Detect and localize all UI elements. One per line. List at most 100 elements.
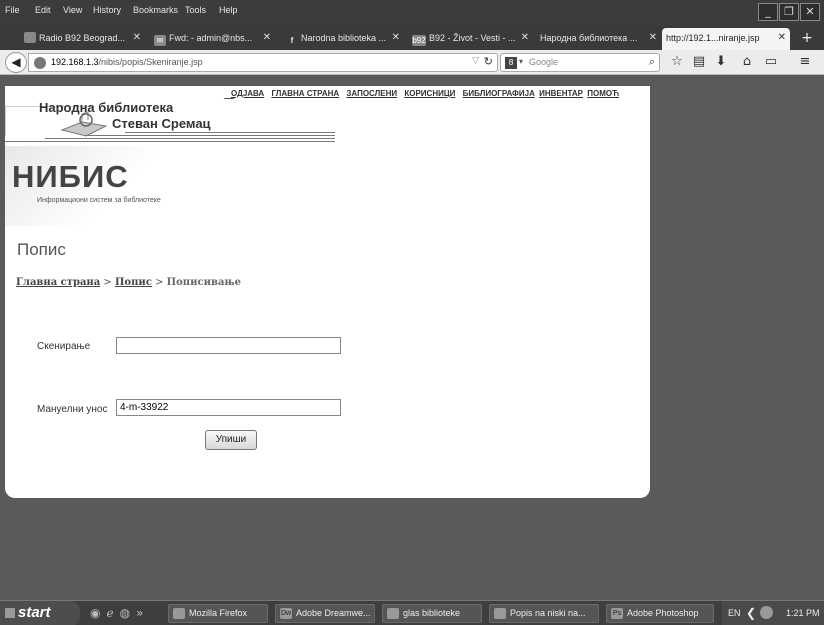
quick-launch: ◉ ℯ ◍ »: [90, 606, 149, 620]
windows-flag-icon: [5, 608, 15, 618]
menu-help[interactable]: Help: [219, 5, 238, 15]
breadcrumb-section-link[interactable]: Попис: [115, 277, 152, 288]
tab-title: Radio B92 Beograd...: [39, 33, 126, 43]
menu-history[interactable]: History: [93, 5, 121, 15]
close-tab-icon[interactable]: ✕: [263, 28, 271, 48]
breadcrumb-home-link[interactable]: Главна страна: [16, 277, 100, 288]
task-document[interactable]: Popis na niski na...: [489, 604, 599, 623]
window-icon[interactable]: ▭: [762, 53, 780, 71]
tab-radio-b92[interactable]: Radio B92 Beograd... ✕: [20, 28, 145, 50]
bookmarks-list-icon[interactable]: ▤: [690, 53, 708, 71]
manual-entry-input[interactable]: 4-m-33922: [116, 399, 341, 416]
search-bar[interactable]: 8 ▾ Google ⌕: [500, 53, 660, 72]
search-input[interactable]: Google: [529, 57, 558, 67]
tab-b92-zivot[interactable]: b92 B92 - Život - Vesti - ... ✕: [408, 28, 533, 50]
language-indicator[interactable]: EN: [728, 608, 741, 618]
close-tab-icon[interactable]: ✕: [778, 28, 786, 48]
task-label: Adobe Photoshop: [627, 608, 699, 618]
breadcrumb-separator: >: [151, 277, 167, 288]
radio-icon: [24, 32, 36, 43]
back-arrow-icon: ◀: [11, 55, 21, 69]
minimize-button[interactable]: _: [758, 3, 778, 21]
system-tray: EN ❮ 1:21 PM: [722, 601, 824, 625]
nav-logout[interactable]: ОДЈАВА: [231, 89, 264, 98]
caret-down-icon[interactable]: ▾: [519, 57, 523, 66]
globe-icon: [34, 57, 46, 69]
photoshop-icon: Ps: [611, 608, 623, 619]
search-engine-icon[interactable]: 8: [505, 57, 517, 69]
bookmark-star-icon[interactable]: ☆: [668, 53, 686, 71]
reload-icon[interactable]: ↻: [484, 55, 493, 68]
task-label: Mozilla Firefox: [189, 608, 248, 618]
close-tab-icon[interactable]: ✕: [133, 28, 141, 48]
menu-bookmarks[interactable]: Bookmarks: [133, 5, 178, 15]
tab-strip: Radio B92 Beograd... ✕ ✉ Fwd: - admin@nbs…: [0, 26, 824, 50]
logo-divider-lines: [5, 132, 335, 148]
clock: 1:21 PM: [786, 608, 820, 618]
menu-tools[interactable]: Tools: [185, 5, 206, 15]
system-subtitle: Информациони систем за библиотеке: [37, 197, 161, 204]
task-dreamweaver[interactable]: Dw Adobe Dreamwe...: [275, 604, 375, 623]
menu-bar: File Edit View History Bookmarks Tools H…: [0, 0, 824, 26]
menu-edit[interactable]: Edit: [35, 5, 51, 15]
nav-employees[interactable]: ЗАПОСЛЕНИ: [346, 89, 397, 98]
breadcrumb-current: Пописивање: [166, 277, 241, 288]
tray-app-icon[interactable]: [760, 606, 773, 619]
breadcrumb: Главна страна > Попис > Пописивање: [16, 277, 241, 288]
close-tab-icon[interactable]: ✕: [649, 28, 657, 48]
task-photoshop[interactable]: Ps Adobe Photoshop: [606, 604, 714, 623]
url-bar[interactable]: 192.168.1.3/nibis/popis/Skeniranje.jsp ▽…: [28, 53, 498, 72]
download-icon[interactable]: ⬇: [712, 53, 730, 71]
restore-button[interactable]: ❐: [779, 3, 799, 21]
top-navigation: ОДЈАВА ГЛАВНА СТРАНА ЗАПОСЛЕНИ КОРИСНИЦИ…: [231, 89, 624, 98]
task-label: Adobe Dreamwe...: [296, 608, 371, 618]
page-title: Попис: [17, 240, 66, 259]
manual-entry-label: Мануелни унос: [37, 404, 108, 415]
tab-title: http://192.1...niranje.jsp: [666, 33, 760, 43]
tab-fwd-mail[interactable]: ✉ Fwd: - admin@nbs... ✕: [150, 28, 275, 50]
chevron-right-icon[interactable]: »: [136, 606, 143, 620]
tab-narodna-biblioteka-fb[interactable]: f Narodna biblioteka ... ✕: [282, 28, 404, 50]
close-button[interactable]: ✕: [800, 3, 820, 21]
tray-arrow-icon[interactable]: ❮: [746, 606, 756, 620]
tab-narodna-biblioteka-cyr[interactable]: Народна библиотека ... ✕: [536, 28, 661, 50]
tab-title: Narodna biblioteka ...: [301, 33, 387, 43]
close-tab-icon[interactable]: ✕: [392, 28, 400, 48]
firefox-quick-icon[interactable]: ◍: [120, 606, 130, 620]
dropdown-arrow-icon[interactable]: ▽: [472, 56, 479, 66]
tab-active-skeniranje[interactable]: http://192.1...niranje.jsp ✕: [662, 28, 790, 50]
media-player-icon[interactable]: ◉: [90, 606, 100, 620]
start-button[interactable]: start: [0, 601, 80, 625]
navigation-bar: ◀ 192.168.1.3/nibis/popis/Skeniranje.jsp…: [0, 50, 824, 75]
start-label: start: [18, 604, 51, 621]
menu-file[interactable]: File: [5, 5, 20, 15]
library-name-line2: Стеван Сремац: [112, 116, 211, 131]
nav-inventory[interactable]: ИНВЕНТАР: [539, 89, 583, 98]
nav-users[interactable]: КОРИСНИЦИ: [404, 89, 455, 98]
menu-icon[interactable]: ≡: [796, 53, 814, 71]
task-label: glas biblioteke: [403, 608, 461, 618]
window-controls: _ ❐ ✕: [758, 3, 820, 21]
dreamweaver-icon: Dw: [280, 608, 292, 619]
back-button[interactable]: ◀: [5, 52, 27, 73]
facebook-icon: f: [290, 36, 294, 45]
scan-input[interactable]: [116, 337, 341, 354]
new-tab-button[interactable]: +: [794, 28, 820, 48]
search-icon[interactable]: ⌕: [649, 55, 655, 69]
task-folder[interactable]: glas biblioteke: [382, 604, 482, 623]
home-icon[interactable]: ⌂: [738, 53, 756, 71]
b92-icon: b92: [412, 35, 426, 46]
scan-label: Скенирање: [37, 341, 91, 352]
mail-icon: ✉: [154, 35, 166, 46]
submit-button[interactable]: Упиши: [205, 430, 257, 450]
browser-icon[interactable]: ℯ: [106, 606, 113, 620]
nav-home[interactable]: ГЛАВНА СТРАНА: [271, 89, 339, 98]
close-tab-icon[interactable]: ✕: [521, 28, 529, 48]
library-logo: Народна библиотека Стеван Сремац НИБИС И…: [5, 86, 340, 226]
nav-help[interactable]: ПОМОЋ: [587, 89, 619, 98]
nav-bibliography[interactable]: БИБЛИОГРАФИЈА: [463, 89, 535, 98]
menu-view[interactable]: View: [63, 5, 82, 15]
taskbar: start ◉ ℯ ◍ » Mozilla Firefox Dw Adobe Dream…: [0, 600, 824, 625]
task-firefox[interactable]: Mozilla Firefox: [168, 604, 268, 623]
task-label: Popis na niski na...: [510, 608, 586, 618]
